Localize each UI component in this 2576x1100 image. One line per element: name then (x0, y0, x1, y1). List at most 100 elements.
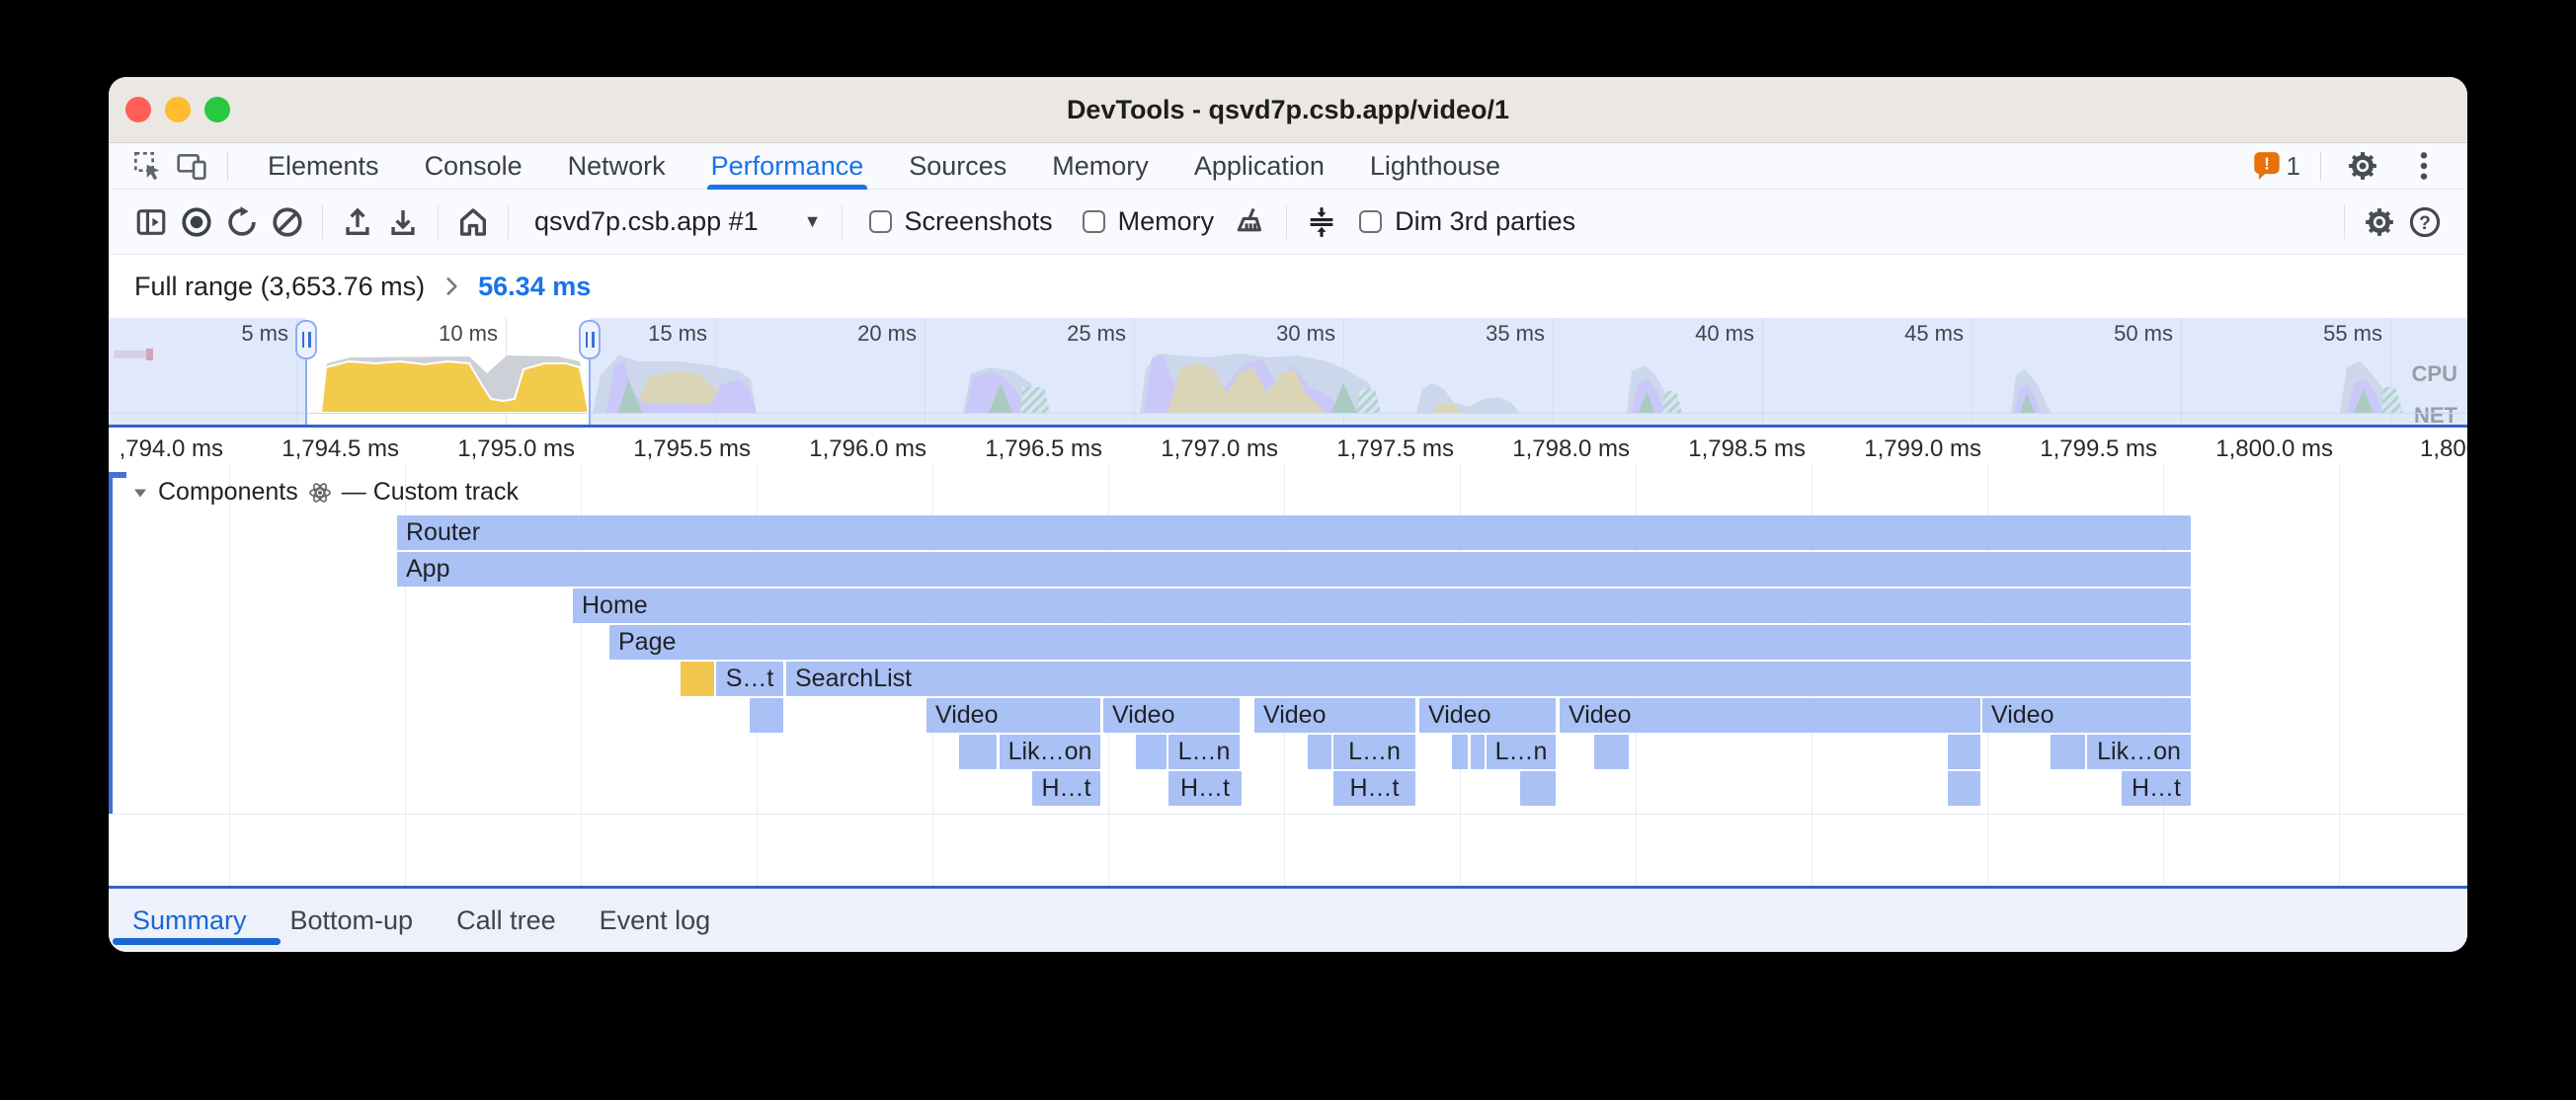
flame-bar[interactable] (1471, 735, 1485, 769)
components-track-header[interactable]: Components — Custom track (132, 478, 519, 507)
tab-console[interactable]: Console (425, 143, 523, 190)
download-profile-icon[interactable] (380, 199, 426, 245)
flame-bar-ht[interactable]: H…t (1333, 771, 1415, 806)
flame-bar-label: Lik…on (2097, 738, 2181, 766)
flame-bar-ln[interactable]: L…n (1333, 735, 1415, 769)
flame-bar-label: Video (1982, 701, 2054, 730)
flame-bar[interactable] (1948, 771, 1980, 806)
flame-bar-label: Lik…on (1008, 738, 1092, 766)
chevron-down-icon: ▼ (804, 211, 822, 232)
collapse-sanitize-icon[interactable] (1299, 199, 1344, 245)
flame-bar-ht[interactable]: H…t (1032, 771, 1100, 806)
react-atom-icon (308, 481, 332, 505)
flame-bar-video[interactable]: Video (1560, 698, 1980, 733)
dock-panel-icon[interactable] (128, 199, 174, 245)
memory-checkbox[interactable] (1083, 210, 1105, 233)
issues-counter[interactable]: ! 1 (2253, 151, 2300, 182)
flame-bar-ln[interactable]: L…n (1487, 735, 1556, 769)
flame-bar-label: H…t (2132, 774, 2181, 803)
flame-bar[interactable] (1520, 771, 1556, 806)
flame-chart-area[interactable]: Components — Custom track Router App Home P… (109, 464, 2467, 886)
screenshots-checkbox[interactable] (869, 210, 892, 233)
flame-bar[interactable] (959, 735, 997, 769)
flame-bar[interactable] (1948, 735, 1980, 769)
title-bar: DevTools - qsvd7p.csb.app/video/1 (109, 77, 2467, 143)
ruler-label: 1,798.5 ms (1688, 435, 1806, 463)
collapse-triangle-icon[interactable] (132, 485, 148, 501)
reload-record-icon[interactable] (219, 199, 265, 245)
help-icon[interactable]: ? (2402, 199, 2448, 245)
flame-bar-label: Home (573, 591, 648, 620)
flame-bar-video[interactable]: Video (1982, 698, 2191, 733)
flame-bar[interactable] (1594, 735, 1629, 769)
more-options-kebab-icon[interactable] (2402, 146, 2446, 186)
left-selection-handle[interactable] (295, 320, 317, 359)
clear-icon[interactable] (265, 199, 310, 245)
flame-bar-router[interactable]: Router (397, 515, 2191, 550)
flame-bar-ht[interactable]: H…t (2122, 771, 2191, 806)
flame-bar-st[interactable]: S…t (716, 662, 783, 696)
flame-bar[interactable] (1308, 735, 1331, 769)
flame-bar-label: Router (397, 518, 480, 547)
flame-bar-video[interactable]: Video (926, 698, 1100, 733)
flame-bar[interactable] (1136, 735, 1167, 769)
tab-sources[interactable]: Sources (909, 143, 1006, 190)
net-lane-divider (109, 413, 2467, 414)
right-selection-handle[interactable] (579, 320, 601, 359)
timeline-overview[interactable]: 5 ms10 ms15 ms20 ms25 ms30 ms35 ms40 ms4… (109, 318, 2467, 425)
flame-bar-app[interactable]: App (397, 552, 2191, 587)
flame-bar-ln[interactable]: L…n (1168, 735, 1240, 769)
upload-profile-icon[interactable] (335, 199, 380, 245)
track-bottom-divider (109, 814, 2467, 815)
flame-bar-label: L…n (1348, 738, 1401, 766)
flame-bar-home[interactable]: Home (573, 589, 2191, 623)
tab-application[interactable]: Application (1194, 143, 1325, 190)
flame-bar-video[interactable]: Video (1419, 698, 1556, 733)
tab-performance[interactable]: Performance (711, 143, 864, 190)
flame-bar-video[interactable]: Video (1254, 698, 1415, 733)
overview-tick-label: 45 ms (1904, 321, 1964, 347)
dim-3rd-parties-checkbox-group[interactable]: Dim 3rd parties (1359, 206, 1575, 237)
memory-checkbox-group[interactable]: Memory (1083, 206, 1215, 237)
overview-tick-label: 10 ms (439, 321, 498, 347)
tab-memory[interactable]: Memory (1052, 143, 1149, 190)
flame-bar-likon[interactable]: Lik…on (2087, 735, 2191, 769)
capture-settings-gear-icon[interactable] (2357, 199, 2402, 245)
flame-bar[interactable] (750, 698, 783, 733)
flame-bar[interactable] (2051, 735, 2085, 769)
divider (2320, 151, 2321, 181)
ruler-label: 1,794.5 ms (282, 435, 399, 463)
settings-gear-icon[interactable] (2341, 146, 2384, 186)
flame-bar-searchlist[interactable]: SearchList (786, 662, 2191, 696)
flame-bar[interactable] (1452, 735, 1468, 769)
flame-bar-video[interactable]: Video (1103, 698, 1240, 733)
flame-bar-page[interactable]: Page (609, 625, 2191, 660)
target-selector-dropdown[interactable]: qsvd7p.csb.app #1 ▼ (534, 206, 822, 237)
home-icon[interactable] (450, 199, 496, 245)
svg-text:?: ? (2419, 212, 2431, 233)
flame-bar-ht[interactable]: H…t (1168, 771, 1242, 806)
ruler-label: 1,799.0 ms (1864, 435, 1981, 463)
dim-3rd-parties-checkbox[interactable] (1359, 210, 1382, 233)
tab-elements[interactable]: Elements (268, 143, 379, 190)
bottom-tab-bottomup[interactable]: Bottom-up (290, 905, 414, 936)
breadcrumb-selected-range[interactable]: 56.34 ms (478, 272, 591, 302)
panel-tab-bar: Elements Console Network Performance Sources… (109, 143, 2467, 190)
flame-bar[interactable] (681, 662, 714, 696)
ruler-label: 1,799.5 ms (2040, 435, 2157, 463)
flame-bar-likon[interactable]: Lik…on (1000, 735, 1100, 769)
inspect-element-icon[interactable] (126, 146, 170, 186)
screenshots-checkbox-group[interactable]: Screenshots (869, 206, 1053, 237)
tab-lighthouse[interactable]: Lighthouse (1370, 143, 1500, 190)
device-toolbar-icon[interactable] (170, 146, 213, 186)
tab-label: Memory (1052, 151, 1149, 182)
net-lane-label: NET (2414, 403, 2457, 425)
bottom-tab-calltree[interactable]: Call tree (456, 905, 556, 936)
garbage-collect-broom-icon[interactable] (1229, 199, 1274, 245)
tab-network[interactable]: Network (568, 143, 666, 190)
record-icon[interactable] (174, 199, 219, 245)
overview-tick-label: 5 ms (241, 321, 288, 347)
bottom-tab-eventlog[interactable]: Event log (600, 905, 711, 936)
bottom-tab-summary[interactable]: Summary (132, 905, 247, 936)
breadcrumb-full-range[interactable]: Full range (3,653.76 ms) (134, 272, 425, 302)
